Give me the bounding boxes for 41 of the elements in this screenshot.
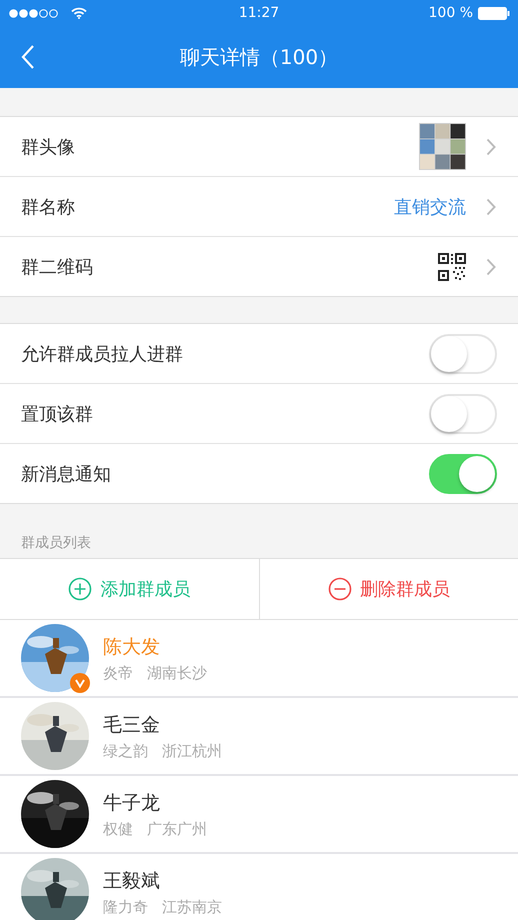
settings-row[interactable]: 群名称 直销交流 — [0, 177, 518, 237]
settings-row[interactable]: 群头像 — [0, 117, 518, 177]
member-nickname: 隆力奇 — [103, 898, 148, 916]
chevron-icon — [486, 138, 496, 156]
member-nickname: 炎帝 — [103, 664, 133, 682]
wifi-icon — [71, 7, 87, 19]
minus-circle-icon — [328, 577, 352, 601]
row-label: 群二维码 — [21, 256, 93, 278]
toggle-switch[interactable] — [429, 394, 497, 434]
setting-label: 允许群成员拉人进群 — [21, 342, 183, 366]
battery-icon — [478, 6, 510, 20]
member-city: 湖南长沙 — [147, 664, 207, 682]
section-title: 群成员列表 — [21, 534, 91, 552]
battery-percent: 100 % — [428, 5, 473, 21]
toggle-switch[interactable] — [429, 454, 497, 494]
member-row[interactable]: 王毅斌 隆力奇 江苏南京 — [0, 854, 518, 920]
toggle-switch[interactable] — [429, 334, 497, 374]
chevron-icon — [486, 198, 496, 216]
member-row[interactable]: 毛三金 绿之韵 浙江杭州 — [0, 698, 518, 776]
member-nickname: 权健 — [103, 820, 133, 838]
plus-circle-icon — [68, 577, 92, 601]
member-name: 牛子龙 — [103, 790, 161, 816]
member-row[interactable]: 牛子龙 权健 广东广州 — [0, 776, 518, 854]
group-name-value: 直销交流 — [394, 196, 466, 218]
settings-row[interactable]: 群二维码 — [0, 237, 518, 296]
row-label: 群名称 — [21, 196, 75, 218]
row-label: 群头像 — [21, 136, 75, 158]
chevron-icon — [486, 258, 496, 276]
member-nickname: 绿之韵 — [103, 742, 148, 760]
member-city: 江苏南京 — [162, 898, 222, 916]
member-city: 浙江杭州 — [162, 742, 222, 760]
member-city: 广东广州 — [147, 820, 207, 838]
member-name: 王毅斌 — [103, 868, 161, 894]
qr-code-icon — [438, 252, 466, 280]
setting-label: 置顶该群 — [21, 402, 93, 426]
status-time: 11:27 — [238, 5, 280, 21]
setting-label: 新消息通知 — [21, 462, 111, 486]
page-title: 聊天详情（100） — [180, 44, 338, 70]
member-name: 毛三金 — [103, 712, 161, 738]
back-icon[interactable] — [21, 44, 35, 70]
member-name: 陈大发 — [103, 634, 161, 660]
